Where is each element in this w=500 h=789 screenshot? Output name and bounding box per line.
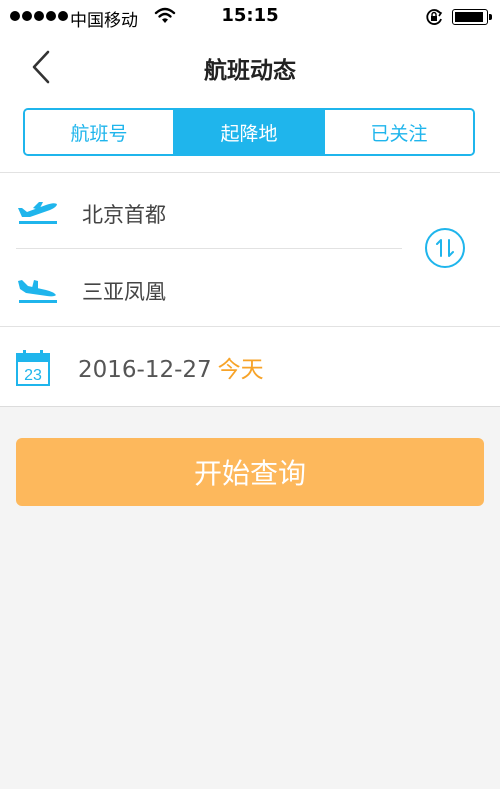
tab-bar-container: 航班号 起降地 已关注 (0, 100, 500, 173)
date-value: 2016-12-27 (78, 357, 212, 383)
departure-row[interactable]: 北京首都 (0, 173, 500, 248)
rotation-lock-icon (426, 9, 443, 25)
tab-route[interactable]: 起降地 (173, 110, 323, 154)
status-bar: 中国移动 15:15 (0, 0, 500, 34)
search-button[interactable]: 开始查询 (16, 438, 484, 506)
page-title: 航班动态 (204, 58, 296, 84)
calendar-icon: 23 (16, 350, 50, 386)
battery-icon (452, 9, 492, 25)
plane-landing-icon (18, 280, 57, 303)
date-row[interactable]: 23 2016-12-27 今天 (0, 327, 500, 406)
departure-city: 北京首都 (82, 203, 166, 227)
arrival-city: 三亚凤凰 (82, 280, 166, 304)
swap-button[interactable] (425, 228, 465, 268)
arrival-row[interactable]: 三亚凤凰 (0, 249, 500, 326)
today-label: 今天 (217, 357, 264, 383)
plane-takeoff-icon (18, 202, 57, 224)
tab-flight-number[interactable]: 航班号 (25, 110, 173, 154)
swap-arrows-icon (436, 239, 454, 257)
flight-status-screen: 中国移动 15:15 航班动态 航班号 起降地 已关注 北京首都 三亚凤凰 23… (0, 0, 500, 789)
segmented-control: 航班号 起降地 已关注 (23, 108, 475, 156)
calendar-day-label: 23 (24, 367, 42, 384)
navigation-bar: 航班动态 (0, 34, 500, 100)
tab-followed[interactable]: 已关注 (323, 110, 473, 154)
search-form: 北京首都 三亚凤凰 23 2016-12-27 今天 (0, 173, 500, 407)
date-display: 2016-12-27 今天 (78, 350, 264, 384)
